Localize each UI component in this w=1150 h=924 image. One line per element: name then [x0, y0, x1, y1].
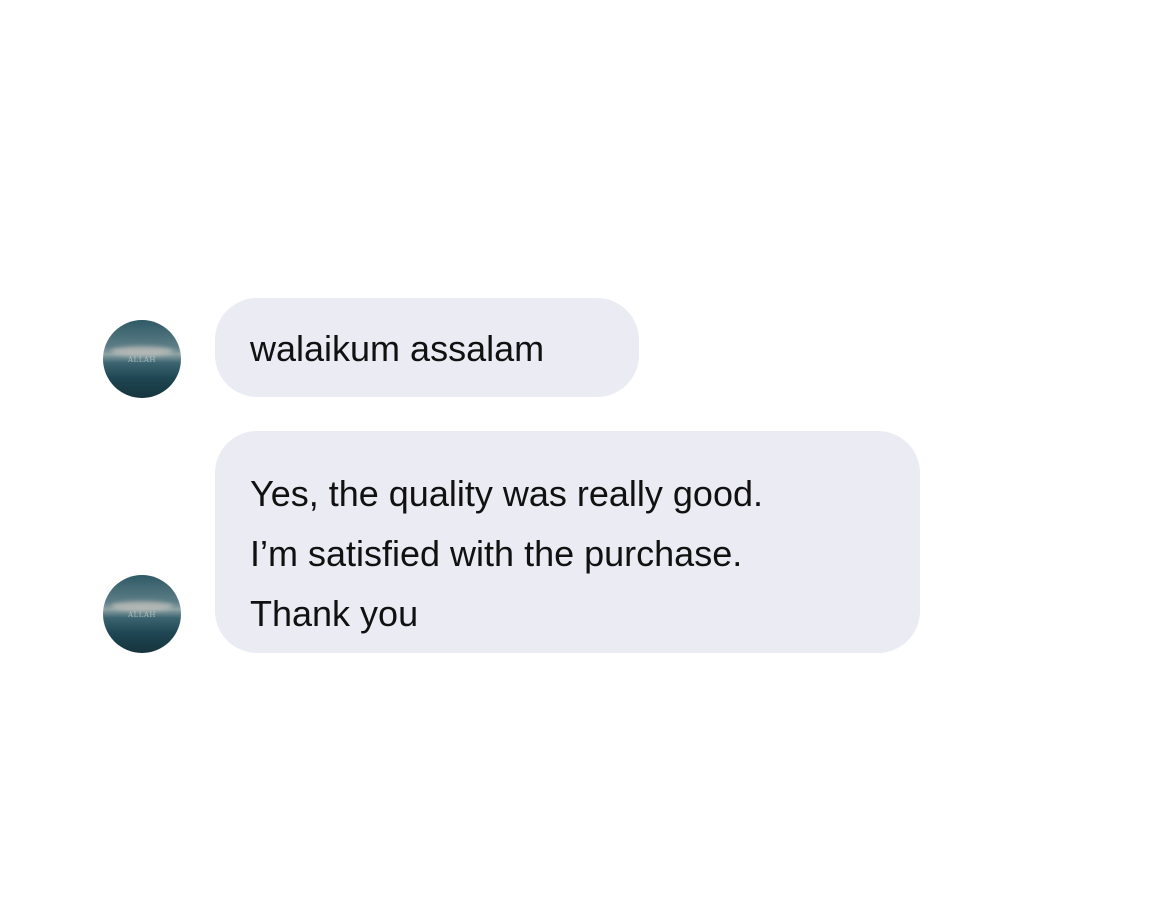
message-text: Yes, the quality was really good. [250, 473, 763, 514]
avatar-caption: ALLAH [127, 611, 156, 619]
message-text: I’m satisfied with the purchase. [250, 533, 743, 574]
message-text: Thank you [250, 593, 419, 634]
message-bubble[interactable]: Yes, the quality was really good. I’m sa… [215, 431, 920, 653]
message-bubble[interactable]: walaikum assalam [215, 298, 639, 397]
avatar-caption: ALLAH [127, 356, 156, 364]
avatar-image [111, 601, 173, 611]
message-text: walaikum assalam [250, 328, 545, 369]
sender-avatar[interactable]: ALLAH [103, 575, 181, 653]
sender-avatar[interactable]: ALLAH [103, 320, 181, 398]
message-thread: ALLAH walaikum assalam ALLAH Yes, the qu… [0, 0, 1150, 924]
avatar-image [111, 346, 173, 356]
